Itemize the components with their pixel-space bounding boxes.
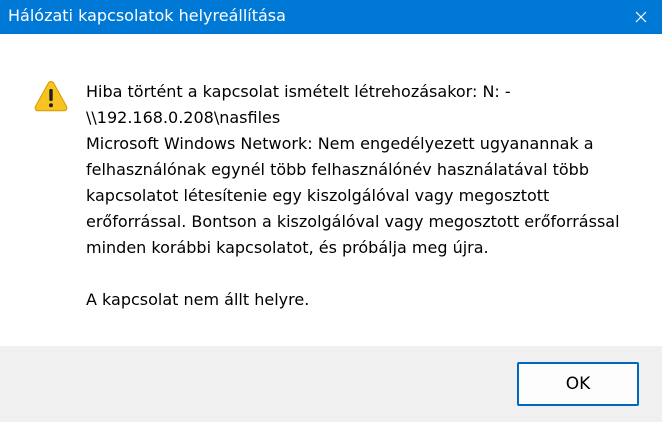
message-line: kapcsolatot létesítenie egy kiszolgálóva…: [86, 186, 550, 205]
close-icon: [635, 11, 647, 23]
message-line: felhasználónak egynél több felhasználóné…: [86, 160, 589, 179]
message-line: erőforrással. Bontson a kiszolgálóval va…: [86, 212, 620, 231]
close-button[interactable]: [620, 0, 662, 34]
message-line: Hiba történt a kapcsolat ismételt létreh…: [86, 82, 511, 101]
message-spacer: [86, 261, 646, 287]
title-bar: Hálózati kapcsolatok helyreállítása: [0, 0, 662, 34]
message-line: Microsoft Windows Network: Nem engedélye…: [86, 134, 594, 153]
dialog-content: Hiba történt a kapcsolat ismételt létreh…: [0, 34, 662, 346]
message-line: minden korábbi kapcsolatot, és próbálja …: [86, 238, 489, 257]
ok-button[interactable]: OK: [517, 362, 639, 406]
error-message: Hiba történt a kapcsolat ismételt létreh…: [86, 79, 646, 313]
dialog-window: Hálózati kapcsolatok helyreállítása Hiba…: [0, 0, 662, 422]
message-line: \\192.168.0.208\nasfiles: [86, 108, 281, 127]
window-title: Hálózati kapcsolatok helyreállítása: [8, 6, 286, 25]
button-bar: OK: [0, 346, 662, 422]
warning-icon: [34, 80, 68, 112]
result-message: A kapcsolat nem állt helyre.: [86, 290, 310, 309]
